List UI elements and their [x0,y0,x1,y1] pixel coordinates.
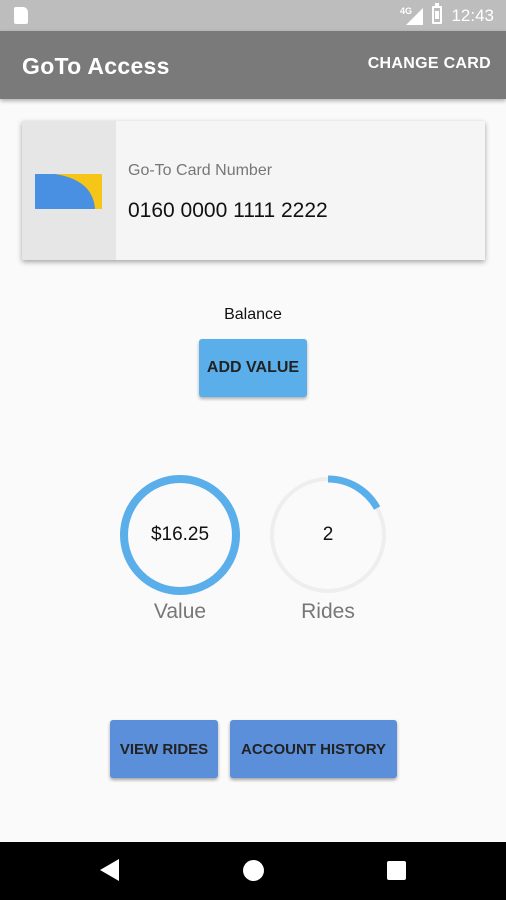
value-caption: Value [153,600,207,623]
balance-label: Balance [224,306,282,323]
value-amount: $16.25 [150,524,210,545]
card-icon [35,174,102,209]
app-title: GoTo Access [22,53,170,79]
home-icon[interactable] [243,860,264,881]
app-bar: GoTo Access CHANGE CARD [0,31,506,99]
card-panel: Go-To Card Number 0160 0000 1111 2222 [22,121,485,260]
card-number-label: Go-To Card Number [128,162,273,179]
battery-icon [432,3,442,24]
back-icon[interactable] [100,859,119,881]
account-history-button[interactable]: ACCOUNT HISTORY [230,720,397,778]
sd-card-icon [14,7,28,24]
recents-icon[interactable] [387,861,406,880]
change-card-button[interactable]: CHANGE CARD [368,55,491,73]
rides-gauge: 2 [266,473,390,597]
view-rides-button[interactable]: VIEW RIDES [110,720,218,778]
status-clock: 12:43 [451,6,494,25]
rides-caption: Rides [301,600,355,623]
navigation-bar [0,842,506,900]
value-gauge: $16.25 [118,473,242,597]
rides-count: 2 [322,524,334,545]
card-number-value: 0160 0000 1111 2222 [128,199,328,222]
add-value-button[interactable]: ADD VALUE [199,339,307,397]
network-type: 4G [400,6,413,16]
status-bar: 4G 12:43 [0,0,506,31]
card-thumbnail-area [22,121,116,260]
